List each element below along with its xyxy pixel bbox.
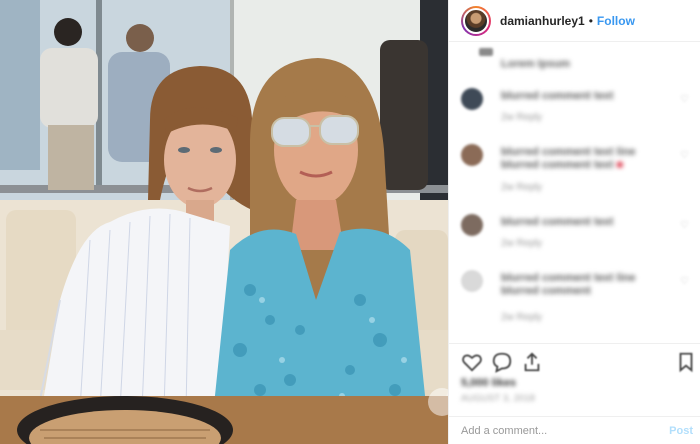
comment-meta[interactable]: 2w Reply — [501, 112, 542, 123]
comment-avatar[interactable] — [461, 144, 483, 166]
comment-item: blurred comment text line blurred commen… — [461, 144, 693, 196]
comment-meta[interactable]: 2w Reply — [501, 182, 542, 193]
comment-text: blurred comment text — [501, 216, 614, 228]
comment-item: blurred comment text line blurred commen… — [461, 270, 693, 330]
post-date: AUGUST 3, 2018 — [461, 393, 536, 403]
comment-item: Lorem Ipsum — [461, 46, 693, 72]
likes-count[interactable]: 5,000 likes — [461, 377, 516, 389]
comment-text-continued: blurred comment text ■ — [501, 159, 624, 171]
post-header: damianhurley1 • Follow — [449, 0, 700, 42]
add-comment-bar: Post — [449, 416, 700, 444]
side-panel: damianhurley1 • Follow Lorem Ipsum blurr… — [448, 0, 700, 444]
comment-text: blurred comment text line — [501, 146, 636, 158]
comment-meta[interactable]: 2w Reply — [501, 238, 542, 249]
comment-input[interactable] — [461, 424, 661, 437]
comment-avatar[interactable] — [461, 88, 483, 110]
comment-like-icon[interactable]: ♡ — [680, 276, 689, 287]
comment-text: blurred comment text line — [501, 272, 636, 284]
post-comment-button[interactable]: Post — [669, 425, 693, 437]
comment-item: blurred comment text 2w Reply ♡ — [461, 88, 693, 132]
comment-text: blurred comment text — [501, 90, 614, 102]
comments-list: Lorem Ipsum blurred comment text 2w Repl… — [449, 42, 700, 342]
bookmark-icon[interactable] — [675, 351, 697, 373]
comment-like-icon[interactable]: ♡ — [680, 150, 689, 161]
comment-avatar[interactable] — [479, 48, 493, 56]
photo-illustration — [0, 0, 448, 444]
user-avatar[interactable] — [461, 5, 491, 36]
comment-avatar[interactable] — [461, 214, 483, 236]
comment-text: Lorem Ipsum — [501, 58, 571, 70]
comment-meta[interactable]: 2w Reply — [501, 312, 542, 323]
comment-item: blurred comment text 2w Reply ♡ — [461, 214, 693, 258]
avatar-image — [463, 7, 489, 34]
follow-button[interactable]: Follow — [597, 14, 635, 28]
comment-like-icon[interactable]: ♡ — [680, 220, 689, 231]
share-icon[interactable] — [521, 351, 543, 373]
instagram-post: damianhurley1 • Follow Lorem Ipsum blurr… — [0, 0, 700, 444]
post-photo[interactable] — [0, 0, 448, 444]
comment-text-continued: blurred comment — [501, 285, 591, 297]
username-link[interactable]: damianhurley1 — [500, 14, 585, 28]
separator-dot: • — [588, 13, 593, 28]
comment-like-icon[interactable]: ♡ — [680, 94, 689, 105]
heart-icon[interactable] — [461, 351, 483, 373]
comment-icon[interactable] — [491, 351, 513, 373]
comment-avatar[interactable] — [461, 270, 483, 292]
action-bar — [449, 343, 700, 376]
